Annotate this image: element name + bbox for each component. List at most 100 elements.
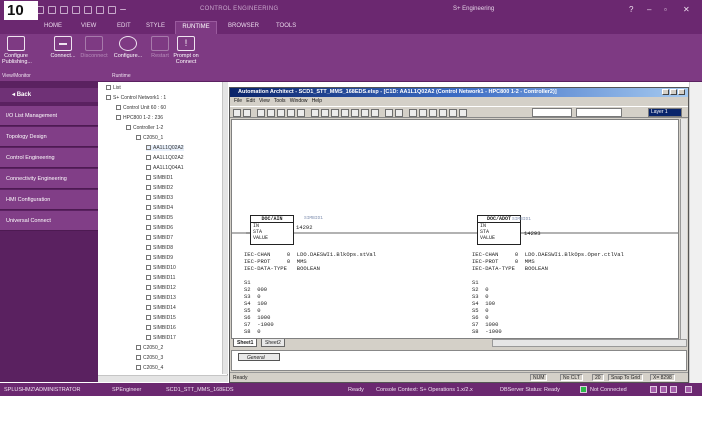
tree-node[interactable]: C2050_1	[136, 135, 163, 141]
image-icon[interactable]	[371, 109, 379, 117]
close-icon[interactable]: ✕	[683, 5, 690, 14]
tree-node[interactable]: Controller 1-2	[126, 125, 163, 131]
prompt-on-connect-button[interactable]: ! Prompt on Connect	[172, 36, 200, 65]
tree-node[interactable]: List	[106, 85, 121, 91]
tree-node[interactable]: C2050_2	[136, 345, 163, 351]
disconnect-button[interactable]: Disconnect	[80, 36, 108, 59]
aa-maximize-icon[interactable]	[670, 89, 677, 95]
status-icon[interactable]	[685, 386, 692, 393]
line-style-dropdown[interactable]	[576, 108, 622, 117]
print-icon[interactable]	[108, 6, 116, 14]
main-vertical-scrollbar[interactable]	[689, 82, 702, 383]
zoom-in-icon[interactable]	[439, 109, 447, 117]
tree-node[interactable]: SIMBID5	[146, 215, 173, 221]
sidebar-item-io-list[interactable]: I/O List Management	[0, 106, 98, 126]
function-block-ain[interactable]: DOC/AIN IN STA VALUE	[250, 215, 294, 245]
configure-button[interactable]: Configure...	[112, 36, 144, 59]
layer-dropdown[interactable]: Layer 1	[648, 108, 682, 117]
back-button[interactable]: ◂ Back	[0, 88, 98, 102]
tab-tools[interactable]: TOOLS	[276, 23, 296, 29]
tree-node[interactable]: SIMBID11	[146, 275, 175, 281]
tree-node[interactable]: SIMBID2	[146, 185, 173, 191]
help-icon[interactable]: ?	[629, 5, 633, 14]
tree-node[interactable]: C2050_4	[136, 365, 163, 371]
menu-window[interactable]: Window	[290, 98, 308, 104]
rectangle-icon[interactable]	[341, 109, 349, 117]
menu-tools[interactable]: Tools	[274, 98, 286, 104]
configure-publishing-button[interactable]: Configure Publishing...	[2, 36, 32, 65]
tree-node[interactable]: SIMBID6	[146, 225, 173, 231]
menu-view[interactable]: View	[259, 98, 270, 104]
status-icon[interactable]	[660, 386, 667, 393]
align-icon[interactable]	[429, 109, 437, 117]
connect-button[interactable]: Connect...	[48, 36, 78, 59]
paste-icon[interactable]	[277, 109, 285, 117]
dropdown-arrow-icon[interactable]	[120, 9, 126, 10]
tree-node[interactable]: SIMBID14	[146, 305, 176, 311]
tab-home[interactable]: HOME	[44, 23, 62, 29]
tree-node[interactable]: SIMBID16	[146, 325, 176, 331]
sidebar-item-topology[interactable]: Topology Design	[0, 127, 98, 147]
open-icon[interactable]	[60, 6, 68, 14]
tab-edit[interactable]: EDIT	[117, 23, 131, 29]
tree-node[interactable]: AA1L1Q02A2	[146, 155, 184, 161]
status-icon[interactable]	[650, 386, 657, 393]
tree-node[interactable]: AA1L1Q04A1	[146, 165, 184, 171]
redo-icon[interactable]	[297, 109, 305, 117]
tree-node[interactable]: HPC800 1-2 : 236	[116, 115, 163, 121]
canvas-horizontal-scrollbar[interactable]	[492, 339, 687, 347]
zoom-out-icon[interactable]	[449, 109, 457, 117]
tree-node[interactable]: SIMBID10	[146, 265, 176, 271]
tab-style[interactable]: STYLE	[146, 23, 165, 29]
tab-sheet2[interactable]: Sheet2	[261, 339, 285, 347]
sidebar-item-hmi[interactable]: HMI Configuration	[0, 190, 98, 210]
tab-sheet1[interactable]: Sheet1	[233, 339, 258, 347]
sidebar-item-connectivity[interactable]: Connectivity Engineering	[0, 169, 98, 189]
tab-runtime[interactable]: RUNTIME	[175, 21, 217, 34]
tab-browser[interactable]: BROWSER	[228, 23, 259, 29]
tree-node[interactable]: Control Unit 60 : 60	[116, 105, 166, 111]
undo-icon[interactable]	[287, 109, 295, 117]
copy-icon[interactable]	[84, 6, 92, 14]
canvas-vertical-scrollbar[interactable]	[680, 119, 687, 339]
sidebar-item-universal-connect[interactable]: Universal Connect	[0, 211, 98, 231]
menu-file[interactable]: File	[234, 98, 242, 104]
tree-vertical-scrollbar[interactable]	[222, 82, 228, 374]
tree-horizontal-scrollbar[interactable]	[98, 375, 228, 382]
aa-close-icon[interactable]	[678, 89, 685, 95]
aa-minimize-icon[interactable]	[662, 89, 669, 95]
menu-help[interactable]: Help	[312, 98, 322, 104]
tab-view[interactable]: VIEW	[81, 23, 96, 29]
paste-icon[interactable]	[96, 6, 104, 14]
save-icon[interactable]	[48, 6, 56, 14]
print-icon[interactable]	[243, 109, 251, 117]
tree-node[interactable]: SIMBID3	[146, 195, 173, 201]
tree-node[interactable]: SIMBID13	[146, 295, 176, 301]
grid-icon[interactable]	[409, 109, 417, 117]
status-icon[interactable]	[670, 386, 677, 393]
drawing-canvas[interactable]: DOC/AIN IN STA VALUE 14292 SIMBID1 DOC/A…	[231, 119, 679, 339]
circle-icon[interactable]	[331, 109, 339, 117]
text-icon[interactable]	[361, 109, 369, 117]
save-icon[interactable]	[233, 109, 241, 117]
tree-node[interactable]: SIMBID9	[146, 255, 173, 261]
zoom-fit-icon[interactable]	[459, 109, 467, 117]
cut-icon[interactable]	[257, 109, 265, 117]
tree-node[interactable]: SIMBID12	[146, 285, 176, 291]
minimize-icon[interactable]: –	[647, 5, 651, 14]
tree-node[interactable]: SIMBID15	[146, 315, 176, 321]
copy-icon[interactable]	[267, 109, 275, 117]
tree-node[interactable]: SIMBID4	[146, 205, 173, 211]
fill-dropdown[interactable]	[532, 108, 572, 117]
tree-node[interactable]: SIMBID8	[146, 245, 173, 251]
line-color-icon[interactable]	[395, 109, 403, 117]
polygon-icon[interactable]	[351, 109, 359, 117]
layer-icon[interactable]	[419, 109, 427, 117]
restore-icon[interactable]: ▫	[664, 5, 667, 14]
tree-node[interactable]: S+ Control Network1 : 1	[106, 95, 166, 101]
settings-icon[interactable]	[72, 6, 80, 14]
tree-node[interactable]: SIMBID1	[146, 175, 173, 181]
tree-node[interactable]: SIMBID7	[146, 235, 173, 241]
menu-edit[interactable]: Edit	[246, 98, 255, 104]
restart-button[interactable]: Restart	[148, 36, 172, 59]
